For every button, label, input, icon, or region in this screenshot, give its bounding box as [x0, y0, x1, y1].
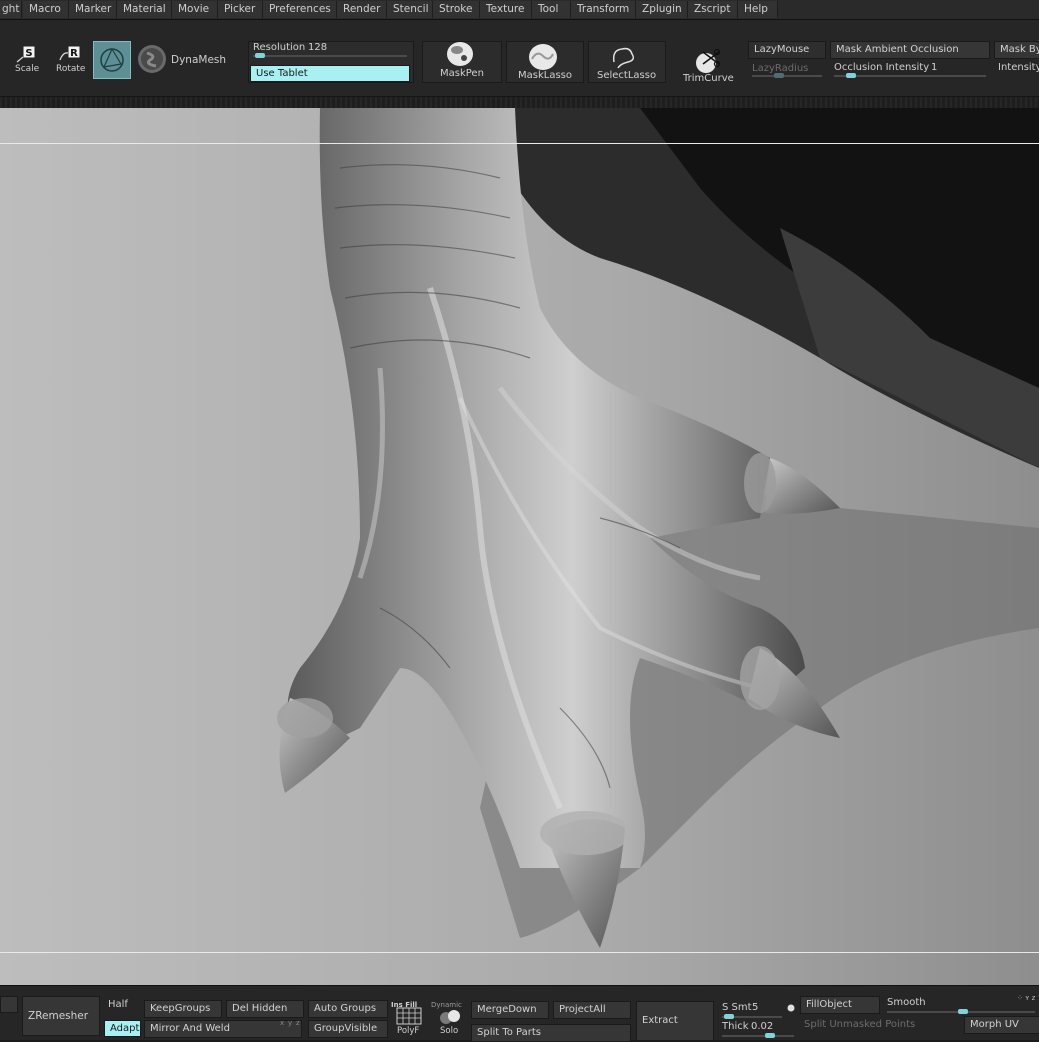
menu-render[interactable]: Render — [337, 1, 387, 18]
maskpen-icon[interactable] — [444, 40, 476, 70]
smooth-label: Smooth — [887, 997, 926, 1008]
radio-dot-icon[interactable] — [786, 1003, 796, 1013]
menu-macro[interactable]: Macro — [23, 1, 69, 18]
del-hidden-button[interactable]: Del Hidden — [226, 1000, 304, 1018]
polyframe-icon — [100, 47, 124, 72]
scale-label: Scale — [15, 64, 40, 74]
smooth-axis-icons: ⁘ ʏ ᴢ — [1017, 994, 1036, 1002]
half-button[interactable]: Half — [108, 999, 128, 1010]
mask-by-button[interactable]: Mask By — [994, 41, 1039, 59]
selectlasso-icon[interactable] — [610, 44, 640, 72]
lazymouse-button[interactable]: LazyMouse — [748, 41, 826, 59]
axis-z-label: z — [296, 1019, 300, 1027]
s-smt-value: 5 — [752, 1002, 759, 1013]
split-unmasked-points-button[interactable]: Split Unmasked Points — [804, 1019, 915, 1030]
mask-ambient-occlusion-button[interactable]: Mask Ambient Occlusion — [830, 41, 990, 59]
adapt-button[interactable]: Adapt — [104, 1020, 141, 1037]
s-smt-knob[interactable] — [724, 1014, 734, 1019]
solo-icon[interactable] — [437, 1008, 465, 1026]
polyframe-grid-icon[interactable] — [396, 1007, 422, 1025]
menu-tool[interactable]: Tool — [532, 1, 571, 18]
menu-help[interactable]: Help — [738, 1, 778, 18]
menu-stroke[interactable]: Stroke — [433, 1, 480, 18]
mergedown-button[interactable]: MergeDown — [471, 1001, 549, 1019]
left-edge-button[interactable] — [0, 996, 18, 1013]
zremesher-button[interactable]: ZRemesher — [22, 996, 100, 1036]
sphere-icon — [138, 45, 166, 73]
frame-guide-top — [0, 143, 1039, 144]
projectall-button[interactable]: ProjectAll — [553, 1001, 631, 1019]
fillobject-button[interactable]: FillObject — [800, 996, 880, 1014]
trimcurve-label: TrimCurve — [683, 73, 734, 84]
canvas-viewport[interactable] — [0, 108, 1039, 985]
intensity-label: Intensity — [998, 62, 1039, 73]
thick-knob[interactable] — [765, 1033, 775, 1038]
menu-zscript[interactable]: Zscript — [688, 1, 738, 18]
selectlasso-label: SelectLasso — [597, 70, 657, 81]
menu-picker[interactable]: Picker — [218, 1, 263, 18]
menu-stencil[interactable]: Stencil — [387, 1, 433, 18]
dynamesh-button[interactable]: DynaMesh — [171, 54, 226, 66]
occlusion-intensity-slider[interactable] — [834, 75, 986, 77]
resolution-slider-knob[interactable] — [255, 53, 265, 58]
resolution-value: 128 — [308, 42, 328, 53]
lazyradius-slider-knob[interactable] — [774, 73, 784, 78]
maskpen-label: MaskPen — [440, 68, 484, 79]
material-sphere-button[interactable] — [137, 44, 167, 74]
split-to-parts-button[interactable]: Split To Parts — [471, 1024, 631, 1042]
rotate-label: Rotate — [56, 64, 86, 74]
auto-groups-button[interactable]: Auto Groups — [308, 1000, 388, 1018]
bottom-toolbar: ZRemesher Half Adapt KeepGroups Mirror A… — [0, 985, 1039, 1042]
svg-text:R: R — [70, 48, 78, 59]
morph-uv-button[interactable]: Morph UV — [964, 1016, 1039, 1034]
use-tablet-button[interactable]: Use Tablet — [250, 65, 410, 82]
thick-value: 0.02 — [751, 1021, 774, 1032]
menu-transform[interactable]: Transform — [571, 1, 636, 18]
lazyradius-slider[interactable] — [752, 75, 822, 77]
menu-preferences[interactable]: Preferences — [263, 1, 337, 18]
extract-button[interactable]: Extract — [636, 1001, 714, 1041]
polyf-label: PolyF — [397, 1026, 420, 1036]
menu-movie[interactable]: Movie — [172, 1, 218, 18]
occlusion-intensity-label: Occlusion Intensity — [834, 62, 930, 73]
scale-button[interactable]: S Scale — [14, 44, 42, 76]
keepgroups-button[interactable]: KeepGroups — [144, 1000, 222, 1018]
rotate-button[interactable]: R Rotate — [55, 44, 89, 76]
occlusion-intensity-value: 1 — [931, 62, 938, 73]
menu-material[interactable]: Material — [117, 1, 172, 18]
s-smt-label: S Smt — [722, 1002, 752, 1013]
thick-slider[interactable] — [722, 1035, 794, 1037]
resolution-label: Resolution — [253, 42, 306, 53]
axis-y-label: y — [288, 1019, 293, 1027]
menu-zplugin[interactable]: Zplugin — [636, 1, 688, 18]
thick-label: Thick — [722, 1021, 749, 1032]
top-toolbar: S Scale R Rotate DynaMesh Resolution 128… — [0, 20, 1039, 96]
smooth-knob[interactable] — [958, 1009, 968, 1014]
masklasso-label: MaskLasso — [518, 70, 572, 81]
svg-text:S: S — [25, 48, 32, 59]
groupvisible-button[interactable]: GroupVisible — [308, 1020, 388, 1038]
scale-icon: S — [16, 45, 36, 63]
menu-light[interactable]: ght — [0, 1, 22, 18]
rotate-icon: R — [59, 45, 81, 61]
trimcurve-icon[interactable] — [693, 46, 723, 76]
menu-bar: ght Macro Marker Material Movie Picker P… — [0, 0, 1039, 20]
solo-label: Solo — [440, 1026, 459, 1036]
resolution-slider[interactable] — [253, 55, 407, 57]
sculpt-model-render — [0, 108, 1039, 985]
menu-marker[interactable]: Marker — [69, 1, 117, 18]
transp-polyframe-button[interactable] — [93, 41, 131, 79]
occlusion-intensity-knob[interactable] — [846, 73, 856, 78]
mirror-and-weld-button[interactable]: Mirror And Weld — [144, 1020, 302, 1038]
menu-texture[interactable]: Texture — [480, 1, 532, 18]
frame-guide-bottom — [0, 952, 1039, 953]
axis-x-label: x — [280, 1019, 285, 1027]
